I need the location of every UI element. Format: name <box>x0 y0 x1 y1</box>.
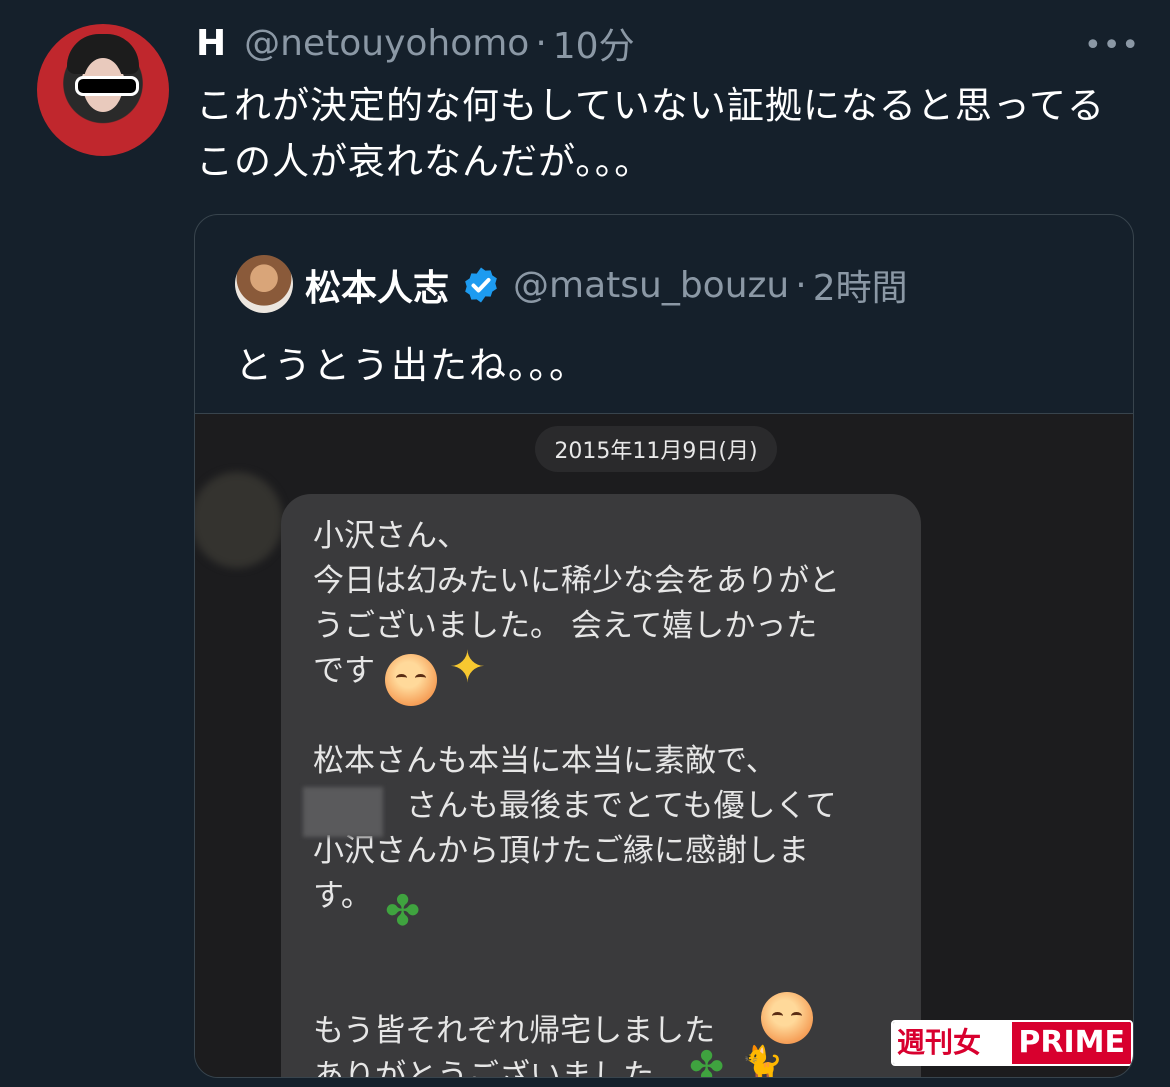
quoted-separator-dot: · <box>795 264 807 306</box>
redacted-name-block <box>303 787 383 837</box>
quoted-display-name[interactable]: 松本人志 <box>305 259 449 311</box>
four-leaf-clover-icon: ✤ <box>689 1042 725 1078</box>
watermark-left-text: 週刊女性 <box>893 1022 1013 1064</box>
quoted-timestamp[interactable]: 2時間 <box>813 259 908 311</box>
blurred-chat-avatar <box>195 472 283 568</box>
user-handle[interactable]: @netouyohomo <box>244 23 529 64</box>
avatar-sunglasses <box>75 76 139 96</box>
user-avatar[interactable] <box>37 24 169 156</box>
four-leaf-clover-icon: ✤ <box>385 886 421 935</box>
quoted-user-avatar[interactable] <box>235 255 293 313</box>
sparkles-icon: ✦ <box>449 642 486 693</box>
blush-emoji-icon <box>761 992 813 1044</box>
tweet-text: これが決定的な何もしていない証拠になると思ってるこの人が哀れなんだが。。。 <box>196 84 1106 183</box>
quoted-user-handle[interactable]: @matsu_bouzu <box>513 265 789 306</box>
display-name[interactable]: H <box>196 23 226 64</box>
verified-badge-icon <box>465 267 497 303</box>
attached-chat-screenshot[interactable]: 2015年11月9日(月) 小沢さん、 今日は幻みたいに稀少な会をありがと うご… <box>195 413 1133 1078</box>
blush-emoji-icon <box>385 654 437 706</box>
quoted-tweet-header: 松本人志 @matsu_bouzu · 2時間 <box>305 257 908 313</box>
tweet-header: H @netouyohomo · 10分 <box>196 17 635 69</box>
watermark-logo: 週刊女性 PRIME <box>891 1020 1133 1066</box>
separator-dot: · <box>535 22 547 64</box>
chat-date-pill: 2015年11月9日(月) <box>535 426 777 472</box>
quoted-tweet-text: とうとう出たね。。。 <box>235 344 588 387</box>
tweet-timestamp[interactable]: 10分 <box>553 17 635 69</box>
quoted-tweet[interactable]: 松本人志 @matsu_bouzu · 2時間 とうとう出たね。。。 2015年… <box>194 214 1134 1078</box>
watermark-right-text: PRIME <box>1012 1022 1131 1064</box>
cat-icon: 🐈 <box>741 1044 784 1078</box>
more-options-icon[interactable]: ••• <box>1084 28 1140 63</box>
chat-message-text: 小沢さん、 今日は幻みたいに稀少な会をありがと うございました。 会えて嬉しかっ… <box>313 518 840 1078</box>
